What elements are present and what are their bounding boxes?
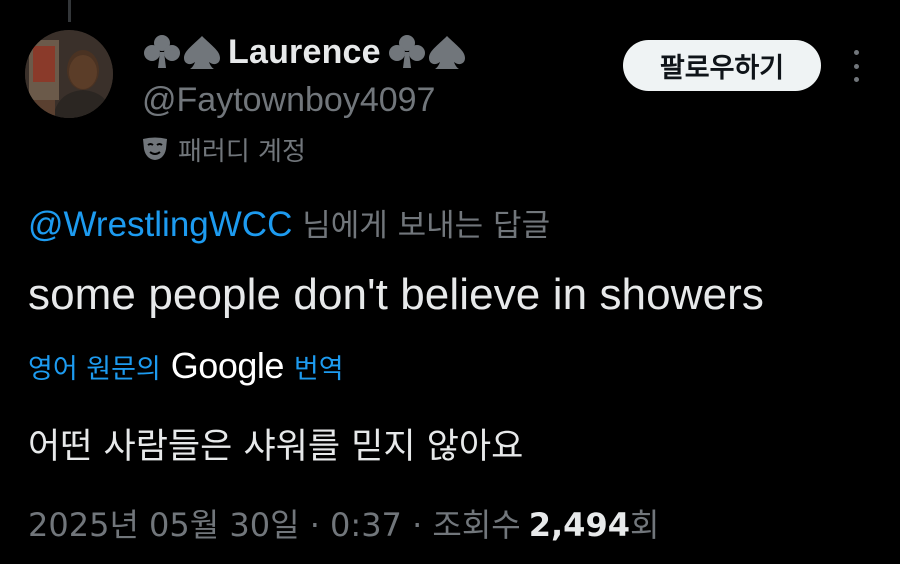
reply-context: @WrestlingWCC 님에게 보내는 답글 xyxy=(28,200,550,245)
translation-suffix: 번역 xyxy=(293,353,344,385)
club-icon xyxy=(388,35,425,68)
reply-mention-link[interactable]: @WrestlingWCC xyxy=(28,205,292,244)
user-handle[interactable]: @Faytownboy4097 xyxy=(142,80,467,120)
club-icon xyxy=(144,35,180,68)
timestamp[interactable]: 2025년 05월 30일 · 0:37 · 조회수 xyxy=(28,500,521,546)
google-brand: Google xyxy=(170,345,285,386)
more-dot xyxy=(853,63,859,69)
display-name-row[interactable]: Laurence xyxy=(142,26,467,78)
more-dot xyxy=(853,50,859,55)
more-vertical-icon[interactable] xyxy=(850,50,862,82)
views-suffix: 회 xyxy=(629,506,660,544)
theater-mask-icon xyxy=(143,137,167,160)
translated-text: 어떤 사람들은 샤워를 믿지 않아요 xyxy=(28,427,524,467)
user-info: Laurence @Faytownboy4097 패러디 계정 xyxy=(142,26,467,167)
views-count: 2,494 xyxy=(528,506,630,544)
display-name[interactable]: Laurence xyxy=(228,33,381,72)
avatar-image xyxy=(25,30,113,118)
tweet-text: some people don't believe in showers xyxy=(28,270,765,319)
spade-icon xyxy=(184,36,220,69)
thread-connector-line xyxy=(68,0,71,22)
tweet-meta: 2025년 05월 30일 · 0:37 · 조회수 2,494 회 xyxy=(28,500,659,546)
follow-button[interactable]: 팔로우하기 xyxy=(623,40,821,91)
translation-prefix: 영어 원문의 xyxy=(28,353,161,385)
reply-context-suffix: 님에게 보내는 답글 xyxy=(302,208,551,244)
avatar[interactable] xyxy=(25,30,113,118)
parody-label: 패러디 계정 xyxy=(178,136,306,167)
spade-icon xyxy=(428,36,465,69)
translation-attribution[interactable]: 영어 원문의 Google 번역 xyxy=(28,345,344,387)
more-dot xyxy=(853,77,859,82)
parody-account-badge: 패러디 계정 xyxy=(142,132,467,167)
